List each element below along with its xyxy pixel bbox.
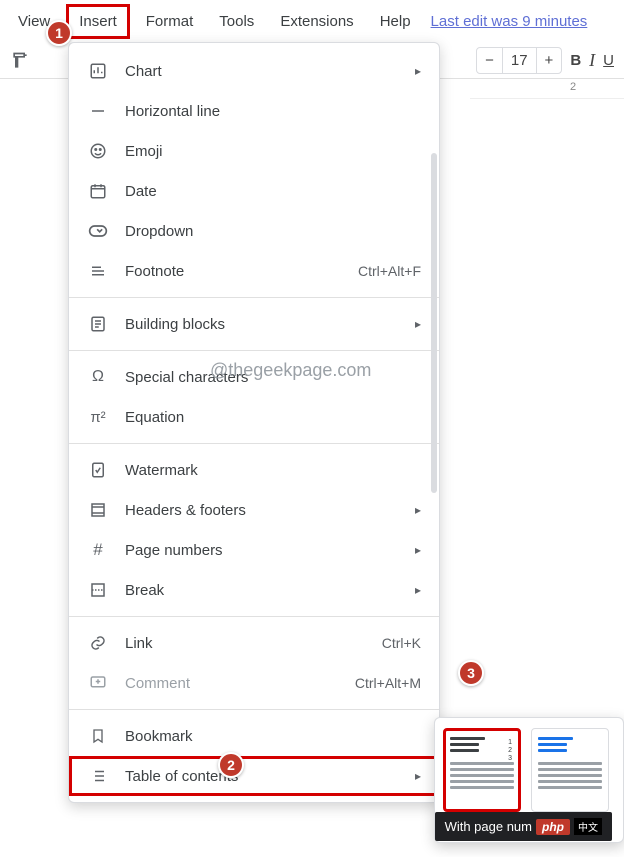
tooltip-text: With page num (445, 819, 532, 834)
menu-item-equation[interactable]: π² Equation (69, 397, 439, 437)
italic-button[interactable]: I (589, 50, 595, 71)
annotation-badge-2: 2 (218, 752, 244, 778)
bold-button[interactable]: B (570, 52, 581, 69)
dropdown-icon (87, 220, 109, 242)
hash-icon: # (87, 539, 109, 561)
menu-item-watermark[interactable]: Watermark (69, 450, 439, 490)
chevron-right-icon: ▸ (415, 583, 421, 597)
watermark-icon (87, 459, 109, 481)
menu-insert[interactable]: Insert (66, 4, 130, 39)
menu-label: Link (125, 635, 382, 652)
paint-format-icon[interactable] (10, 51, 30, 71)
shortcut: Ctrl+Alt+F (358, 263, 421, 279)
link-icon (87, 632, 109, 654)
underline-button[interactable]: U (603, 52, 614, 69)
divider (69, 297, 439, 298)
footnote-icon (87, 260, 109, 282)
menu-label: Headers & footers (125, 502, 409, 519)
menu-item-comment: Comment Ctrl+Alt+M (69, 663, 439, 703)
hline-icon (87, 100, 109, 122)
bookmark-icon (87, 725, 109, 747)
shortcut: Ctrl+K (382, 635, 421, 651)
calendar-icon (87, 180, 109, 202)
toc-option-with-page-numbers[interactable]: 1 2 3 (443, 728, 521, 812)
menu-label: Footnote (125, 263, 358, 280)
tooltip: With page num php 中文 (435, 812, 612, 841)
font-size-value[interactable]: 17 (502, 48, 536, 73)
menu-item-chart[interactable]: Chart ▸ (69, 51, 439, 91)
emoji-icon (87, 140, 109, 162)
menu-format[interactable]: Format (136, 7, 204, 36)
insert-menu-dropdown: Chart ▸ Horizontal line Emoji Date Dropd… (68, 42, 440, 803)
menu-label: Emoji (125, 143, 421, 160)
menu-item-special-characters[interactable]: Ω Special characters (69, 357, 439, 397)
menu-label: Building blocks (125, 316, 409, 333)
divider (69, 709, 439, 710)
chart-icon (87, 60, 109, 82)
chevron-right-icon: ▸ (415, 769, 421, 783)
menu-label: Bookmark (125, 728, 421, 745)
menu-item-date[interactable]: Date (69, 171, 439, 211)
menu-item-building-blocks[interactable]: Building blocks ▸ (69, 304, 439, 344)
annotation-badge-3: 3 (458, 660, 484, 686)
menu-label: Comment (125, 675, 355, 692)
menu-label: Page numbers (125, 542, 409, 559)
menu-item-dropdown[interactable]: Dropdown (69, 211, 439, 251)
divider (69, 350, 439, 351)
comment-icon (87, 672, 109, 694)
chevron-right-icon: ▸ (415, 64, 421, 78)
font-size-control[interactable]: − 17 + (476, 47, 562, 74)
font-size-minus[interactable]: − (477, 48, 502, 73)
omega-icon: Ω (87, 366, 109, 388)
chevron-right-icon: ▸ (415, 543, 421, 557)
menu-item-table-of-contents[interactable]: Table of contents ▸ (69, 756, 439, 796)
last-edit-link[interactable]: Last edit was 9 minutes (431, 13, 588, 30)
divider (69, 616, 439, 617)
ruler: 2 (470, 79, 624, 99)
menu-help[interactable]: Help (370, 7, 421, 36)
font-size-plus[interactable]: + (536, 48, 562, 73)
divider (69, 443, 439, 444)
cn-badge: 中文 (574, 818, 602, 835)
menu-item-link[interactable]: Link Ctrl+K (69, 623, 439, 663)
menu-item-bookmark[interactable]: Bookmark (69, 716, 439, 756)
annotation-badge-1: 1 (46, 20, 72, 46)
menubar: View Insert Format Tools Extensions Help… (0, 0, 624, 41)
menu-label: Equation (125, 409, 421, 426)
menu-item-page-numbers[interactable]: # Page numbers ▸ (69, 530, 439, 570)
toc-icon (87, 765, 109, 787)
menu-label: Table of contents (125, 768, 409, 785)
menu-item-headers-footers[interactable]: Headers & footers ▸ (69, 490, 439, 530)
menu-label: Watermark (125, 462, 421, 479)
menu-item-footnote[interactable]: Footnote Ctrl+Alt+F (69, 251, 439, 291)
menu-item-horizontal-line[interactable]: Horizontal line (69, 91, 439, 131)
menu-item-emoji[interactable]: Emoji (69, 131, 439, 171)
menu-label: Dropdown (125, 223, 421, 240)
menu-label: Chart (125, 63, 409, 80)
chevron-right-icon: ▸ (415, 317, 421, 331)
menu-label: Break (125, 582, 409, 599)
menu-label: Date (125, 183, 421, 200)
menu-extensions[interactable]: Extensions (270, 7, 363, 36)
menu-item-break[interactable]: Break ▸ (69, 570, 439, 610)
shortcut: Ctrl+Alt+M (355, 675, 421, 691)
ruler-tick-2: 2 (570, 81, 576, 93)
headers-footers-icon (87, 499, 109, 521)
pi-icon: π² (87, 406, 109, 428)
menu-tools[interactable]: Tools (209, 7, 264, 36)
building-blocks-icon (87, 313, 109, 335)
menu-label: Horizontal line (125, 103, 421, 120)
break-icon (87, 579, 109, 601)
menu-label: Special characters (125, 369, 421, 386)
chevron-right-icon: ▸ (415, 503, 421, 517)
toc-option-links[interactable] (531, 728, 609, 812)
php-badge: php (536, 819, 570, 835)
